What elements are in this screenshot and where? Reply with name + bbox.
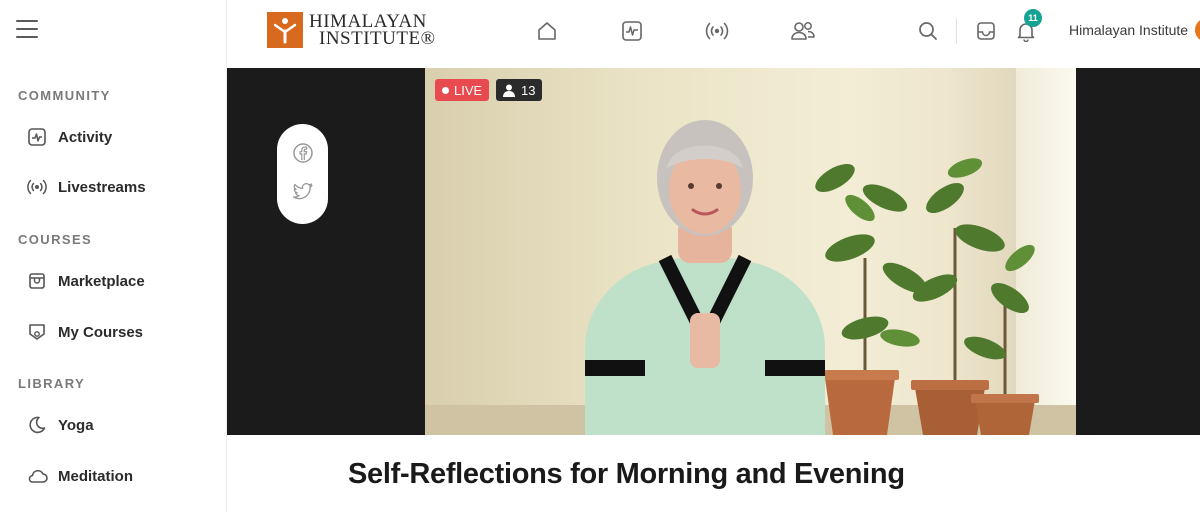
sidebar-item-activity[interactable]: Activity [26,120,112,154]
live-badge: LIVE [435,79,490,101]
plants-illustration [815,158,1039,435]
person-icon [503,84,515,97]
sidebar-item-yoga[interactable]: Yoga [26,408,94,442]
search-icon[interactable] [913,16,943,46]
page-title: Self-Reflections for Morning and Evening [348,458,905,490]
sidebar-item-my-courses[interactable]: My Courses [26,315,143,349]
brand-logo[interactable]: HIMALAYAN INSTITUTE® [267,12,436,48]
livestream-player-area: LIVE 13 [227,68,1200,435]
sidebar-item-label: Activity [58,128,113,146]
sidebar: COMMUNITY Activity Livestreams COURSES M… [0,0,227,512]
menu-icon[interactable] [16,20,38,40]
header-divider [956,18,957,44]
store-icon [26,270,48,292]
activity-icon[interactable] [617,16,647,46]
video-player[interactable]: LIVE 13 [425,68,1076,435]
broadcast-icon [26,176,48,198]
presenter-illustration [585,120,825,435]
avatar[interactable] [1195,18,1200,42]
live-label: LIVE [454,82,483,98]
live-dot-icon [442,86,449,94]
viewer-count-badge: 13 [496,79,543,101]
sidebar-item-label: Marketplace [58,272,145,290]
cloud-icon [26,465,48,487]
facebook-icon[interactable] [290,140,316,166]
course-badge-icon [26,321,48,343]
share-buttons [277,124,328,224]
section-title-library: LIBRARY [18,376,86,391]
sidebar-item-marketplace[interactable]: Marketplace [26,264,145,298]
sidebar-item-label: Meditation [58,467,133,485]
notification-badge[interactable]: 11 [1024,9,1042,27]
broadcast-icon[interactable] [702,16,732,46]
sidebar-item-meditation[interactable]: Meditation [26,459,133,493]
viewer-count: 13 [521,82,536,98]
members-icon[interactable] [788,16,818,46]
section-title-courses: COURSES [18,232,93,247]
sidebar-item-livestreams[interactable]: Livestreams [26,170,146,204]
sidebar-item-label: Livestreams [58,178,146,196]
brand-name-line2: INSTITUTE® [319,28,436,49]
top-header: HIMALAYAN INSTITUTE® 11 Himalayan Instit… [227,0,1200,68]
sidebar-item-label: My Courses [58,323,144,341]
user-name[interactable]: Himalayan Institute [1069,22,1188,38]
inbox-icon[interactable] [971,16,1001,46]
logo-mark-icon [267,12,303,48]
activity-icon [26,126,48,148]
home-icon[interactable] [532,16,562,46]
twitter-icon[interactable] [290,179,316,205]
sidebar-item-label: Yoga [58,416,94,434]
moon-icon [26,414,48,436]
section-title-community: COMMUNITY [18,88,111,103]
